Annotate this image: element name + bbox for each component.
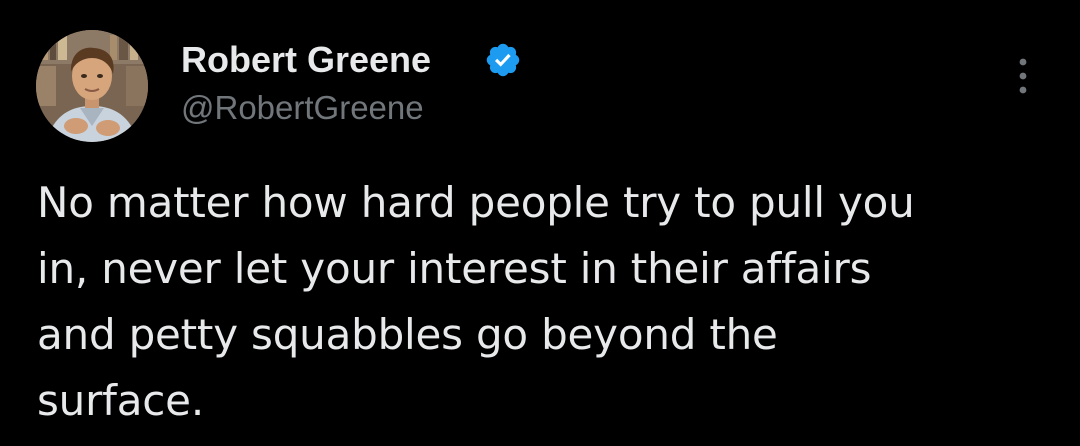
more-options-icon[interactable] (1008, 56, 1038, 96)
author-avatar[interactable] (36, 30, 148, 142)
tweet-text: No matter how hard people try to pull yo… (37, 178, 915, 425)
author-handle[interactable]: @RobertGreene (181, 87, 424, 129)
author-display-name[interactable]: Robert Greene (181, 38, 431, 82)
verified-badge-icon (486, 43, 520, 77)
tweet-card: Robert Greene @RobertGreene No matter ho… (0, 0, 1080, 446)
avatar-photo (36, 30, 148, 142)
